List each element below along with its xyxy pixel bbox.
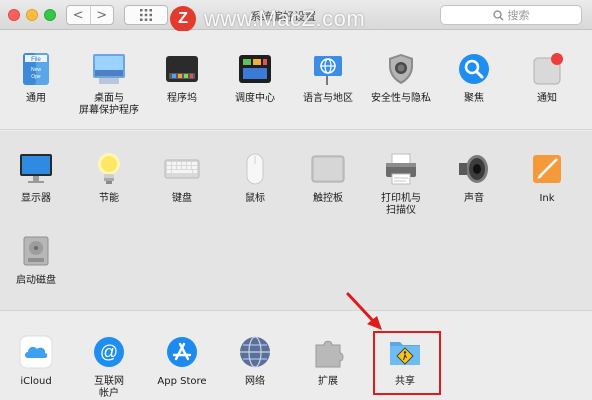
search-field[interactable]: 搜索 bbox=[440, 5, 582, 25]
pref-mission-control[interactable]: 调度中心 bbox=[219, 51, 291, 105]
pref-trackpad[interactable]: 触控板 bbox=[292, 151, 364, 205]
extensions-icon bbox=[310, 334, 346, 370]
pref-mouse[interactable]: 鼠标 bbox=[219, 151, 291, 205]
desktop-screensaver-icon bbox=[91, 51, 127, 87]
icloud-icon bbox=[18, 334, 54, 370]
pref-label: 桌面与 屏幕保护程序 bbox=[79, 93, 139, 116]
back-button[interactable]: < bbox=[67, 6, 90, 24]
pref-label: 打印机与 扫描仪 bbox=[381, 193, 421, 216]
svg-text:Ope: Ope bbox=[31, 74, 41, 80]
pref-app-store[interactable]: App Store bbox=[146, 334, 218, 388]
grid-icon bbox=[140, 9, 152, 21]
pref-label: 通用 bbox=[26, 93, 46, 104]
arrow-annotation bbox=[346, 292, 382, 330]
security-privacy-icon bbox=[383, 51, 419, 87]
pref-label: Ink bbox=[539, 193, 555, 204]
minimize-window-button[interactable] bbox=[26, 9, 38, 21]
highlight-box bbox=[373, 331, 441, 395]
pref-label: 通知 bbox=[537, 93, 557, 104]
titlebar: < > 系统偏好设置 搜索 bbox=[0, 0, 592, 30]
network-icon bbox=[237, 334, 273, 370]
pref-icloud[interactable]: iCloud bbox=[0, 334, 72, 388]
pref-label: App Store bbox=[157, 376, 207, 387]
svg-text:@: @ bbox=[100, 342, 118, 362]
section-internet: iCloud @ 互联网 帐户 App Store 网络 扩展 共享 bbox=[0, 312, 592, 400]
pref-ink[interactable]: Ink bbox=[511, 151, 583, 205]
app-store-icon bbox=[164, 334, 200, 370]
nav-buttons: < > bbox=[66, 5, 114, 25]
show-all-button[interactable] bbox=[124, 5, 168, 25]
keyboard-icon bbox=[164, 151, 200, 187]
notifications-icon bbox=[529, 51, 565, 87]
zoom-window-button[interactable] bbox=[44, 9, 56, 21]
dock-icon bbox=[164, 51, 200, 87]
mission-control-icon bbox=[237, 51, 273, 87]
pref-general[interactable]: File New Ope 通用 bbox=[0, 51, 72, 105]
svg-text:New: New bbox=[31, 67, 41, 73]
pref-dock[interactable]: 程序坞 bbox=[146, 51, 218, 105]
pref-label: 语言与地区 bbox=[303, 93, 353, 104]
spotlight-icon bbox=[456, 51, 492, 87]
pref-extensions[interactable]: 扩展 bbox=[292, 334, 364, 388]
pref-label: 网络 bbox=[245, 376, 265, 387]
close-window-button[interactable] bbox=[8, 9, 20, 21]
ink-icon bbox=[529, 151, 565, 187]
mouse-icon bbox=[237, 151, 273, 187]
forward-button[interactable]: > bbox=[89, 6, 114, 24]
pref-energy-saver[interactable]: 节能 bbox=[73, 151, 145, 205]
window-title: 系统偏好设置 bbox=[250, 10, 316, 23]
startup-disk-icon bbox=[18, 233, 54, 269]
pref-label: 触控板 bbox=[313, 193, 343, 204]
pref-notifications[interactable]: 通知 bbox=[511, 51, 583, 105]
pref-security-privacy[interactable]: 安全性与隐私 bbox=[365, 51, 437, 105]
pref-displays[interactable]: 显示器 bbox=[0, 151, 72, 205]
svg-text:File: File bbox=[31, 57, 41, 63]
pref-label: 程序坞 bbox=[167, 93, 197, 104]
pref-label: 调度中心 bbox=[235, 93, 275, 104]
section-personal: File New Ope 通用 桌面与 屏幕保护程序 程序坞 调度中心 语言与地… bbox=[0, 31, 592, 130]
energy-saver-icon bbox=[91, 151, 127, 187]
pref-label: 互联网 帐户 bbox=[94, 376, 124, 399]
internet-accounts-icon: @ bbox=[91, 334, 127, 370]
printers-scanners-icon bbox=[383, 151, 419, 187]
pref-language-region[interactable]: 语言与地区 bbox=[292, 51, 364, 105]
pref-label: 显示器 bbox=[21, 193, 51, 204]
pref-label: 启动磁盘 bbox=[16, 275, 56, 286]
pref-label: 键盘 bbox=[172, 193, 192, 204]
pref-desktop-screensaver[interactable]: 桌面与 屏幕保护程序 bbox=[73, 51, 145, 117]
pref-printers-scanners[interactable]: 打印机与 扫描仪 bbox=[365, 151, 437, 217]
pref-label: 声音 bbox=[464, 193, 484, 204]
pref-label: 安全性与隐私 bbox=[371, 93, 431, 104]
sound-icon bbox=[456, 151, 492, 187]
language-region-icon bbox=[310, 51, 346, 87]
search-placeholder: 搜索 bbox=[507, 9, 530, 22]
pref-label: 扩展 bbox=[318, 376, 338, 387]
search-icon bbox=[492, 9, 503, 20]
pref-label: 节能 bbox=[99, 193, 119, 204]
pref-label: 聚焦 bbox=[464, 93, 484, 104]
pref-sound[interactable]: 声音 bbox=[438, 151, 510, 205]
pref-spotlight[interactable]: 聚焦 bbox=[438, 51, 510, 105]
trackpad-icon bbox=[310, 151, 346, 187]
general-icon: File New Ope bbox=[18, 51, 54, 87]
pref-internet-accounts[interactable]: @ 互联网 帐户 bbox=[73, 334, 145, 400]
pref-keyboard[interactable]: 键盘 bbox=[146, 151, 218, 205]
displays-icon bbox=[18, 151, 54, 187]
pref-label: iCloud bbox=[20, 376, 52, 387]
pref-startup-disk[interactable]: 启动磁盘 bbox=[0, 233, 72, 287]
pref-label: 鼠标 bbox=[245, 193, 265, 204]
pref-network[interactable]: 网络 bbox=[219, 334, 291, 388]
section-hardware: 显示器 节能 键盘 鼠标 触控板 打印机与 扫描仪 声音 Ink 启动磁盘 bbox=[0, 131, 592, 311]
